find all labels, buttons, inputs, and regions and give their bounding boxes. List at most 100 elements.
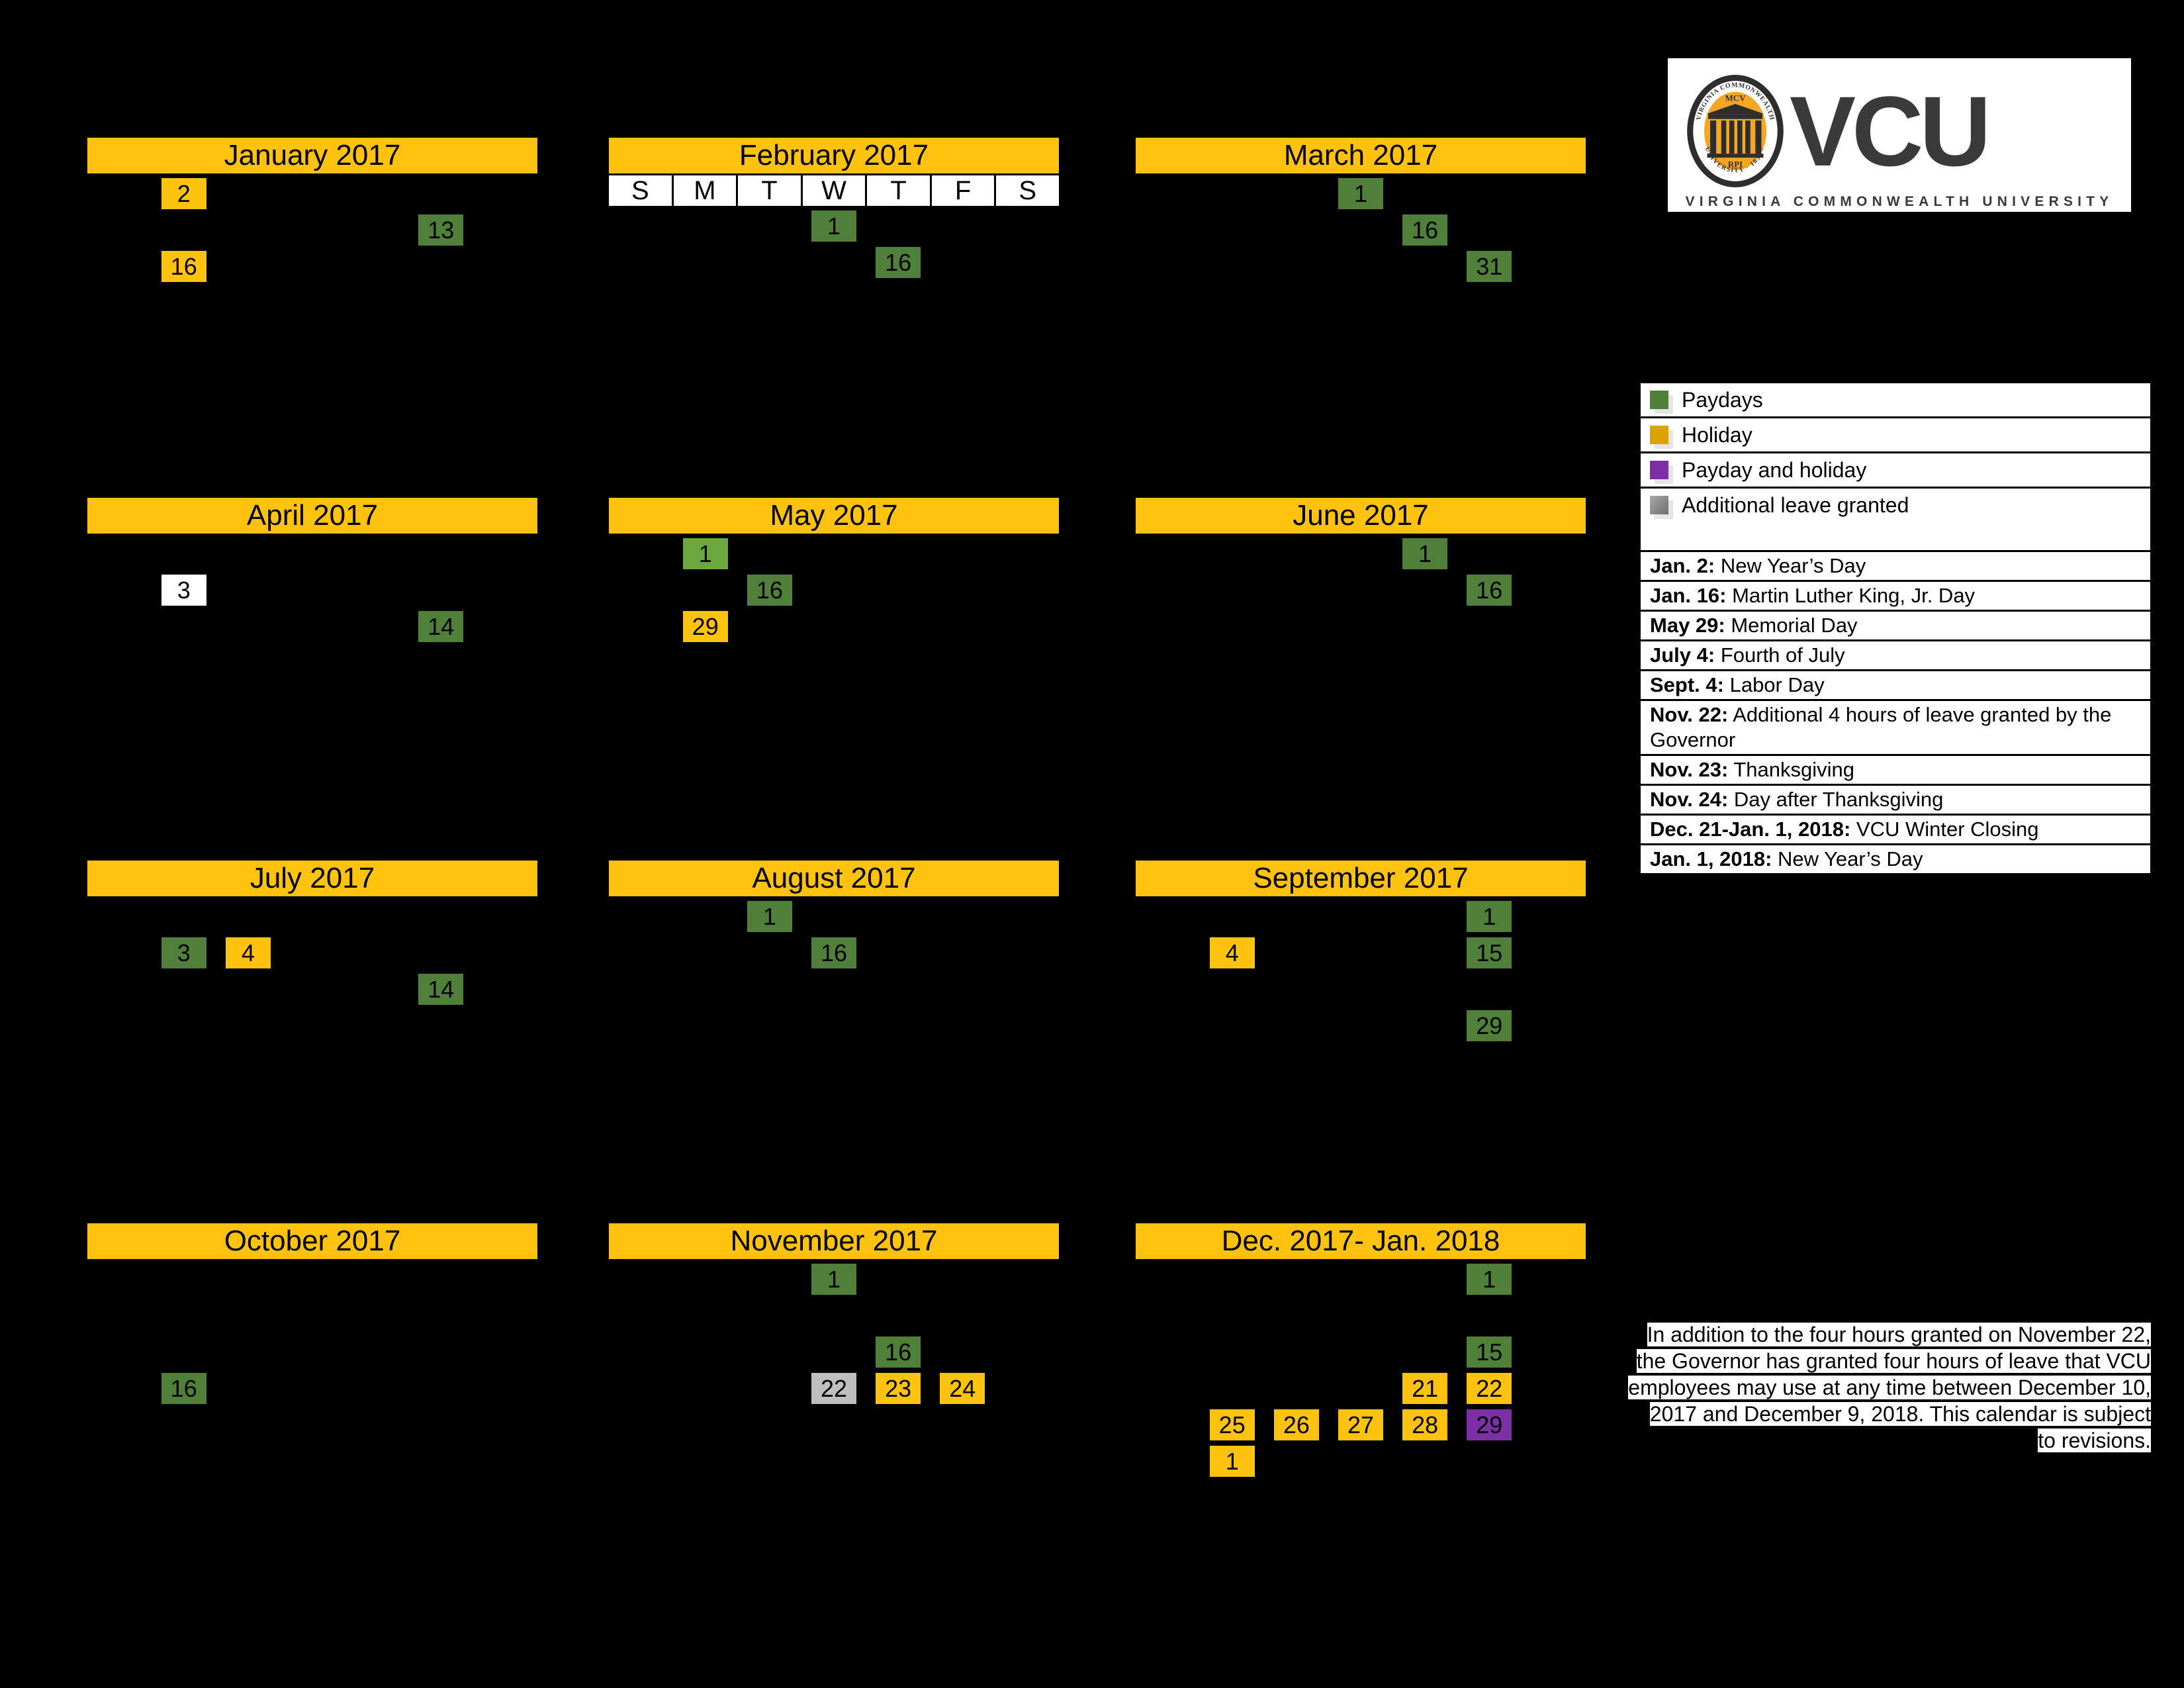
day-slot-empty	[1393, 971, 1457, 1008]
day-slot-empty	[737, 935, 801, 971]
day-slot-empty	[409, 1297, 473, 1334]
day-slot-empty	[609, 1370, 673, 1407]
day-cell-pay[interactable]: 15	[1467, 1336, 1512, 1368]
holiday-row: Nov. 24: Day after Thanksgiving	[1641, 786, 2150, 816]
day-cell-hol[interactable]: 21	[1402, 1373, 1448, 1404]
day-slot-empty	[216, 898, 280, 935]
holiday-name: Labor Day	[1723, 673, 1825, 696]
day-cell-pay[interactable]: 1	[1467, 901, 1512, 932]
day-cell-pay[interactable]: 16	[161, 1373, 206, 1404]
day-slot-empty	[737, 1297, 801, 1334]
day-cell-pay2[interactable]: 1	[682, 538, 728, 569]
day-cell-pay[interactable]: 1	[811, 211, 856, 242]
day-slot-empty	[1136, 1297, 1200, 1334]
day-slot-empty	[1264, 212, 1328, 248]
day-cell-pay[interactable]: 1	[811, 1264, 856, 1295]
month-day-grid: 3 4 14	[87, 898, 537, 1008]
day-slot-empty	[280, 1261, 344, 1297]
day-cell-pay[interactable]: 1	[747, 901, 792, 932]
day-cell-pay[interactable]: 16	[876, 247, 921, 278]
day-slot-empty	[216, 1370, 280, 1407]
day-slot: 1	[1457, 898, 1522, 935]
month-panel: September 2017 1 4 15 29	[1136, 861, 1586, 1044]
legend-row: Additional leave granted	[1641, 489, 2150, 522]
holiday-date: Dec. 21-Jan. 1, 2018:	[1650, 818, 1851, 841]
day-slot-empty	[345, 608, 409, 645]
day-cell-hol[interactable]: 4	[1209, 937, 1255, 968]
day-cell-hol[interactable]: 16	[161, 251, 206, 282]
day-cell-hol[interactable]: 27	[1338, 1409, 1383, 1440]
day-slot-empty	[345, 935, 409, 971]
day-slot-empty	[280, 1297, 344, 1334]
day-cell-hol[interactable]: 1	[1209, 1446, 1255, 1477]
day-slot: 16	[152, 248, 216, 285]
day-slot-empty	[473, 608, 537, 645]
day-slot-empty	[1328, 212, 1392, 248]
day-slot-empty	[1136, 1261, 1200, 1297]
day-cell-leave[interactable]: 22	[811, 1373, 856, 1404]
day-slot-empty	[1200, 898, 1264, 935]
day-slot-empty	[473, 1261, 537, 1297]
day-slot-empty	[1522, 1443, 1586, 1479]
day-cell-hol[interactable]: 29	[682, 611, 728, 642]
holiday-date: Jan. 1, 2018:	[1650, 847, 1772, 870]
day-slot-empty	[1393, 1008, 1457, 1044]
day-cell-hol[interactable]: 23	[876, 1373, 921, 1404]
day-cell-pay[interactable]: 13	[418, 214, 464, 246]
day-cell-hol[interactable]: 26	[1273, 1409, 1319, 1440]
day-slot-empty	[1522, 175, 1586, 212]
day-slot-empty	[87, 608, 152, 645]
day-cell-hol[interactable]: 28	[1402, 1409, 1448, 1440]
day-cell-hol[interactable]: 25	[1209, 1409, 1255, 1440]
day-slot-empty	[1393, 1443, 1457, 1479]
day-cell-pay[interactable]: 16	[747, 575, 792, 606]
day-slot-empty	[345, 212, 409, 248]
day-cell-hol[interactable]: 22	[1467, 1373, 1512, 1404]
dow-label: W	[802, 175, 866, 206]
day-slot: 2	[152, 175, 216, 212]
legend-row: Paydays	[1641, 383, 2150, 418]
day-cell-pay[interactable]: 16	[811, 937, 856, 968]
holiday-name: New Year’s Day	[1772, 847, 1923, 870]
day-slot-empty	[87, 935, 152, 971]
day-slot-empty	[345, 1261, 409, 1297]
month-day-grid: 1 16 31	[1136, 175, 1586, 285]
day-slot-empty	[152, 971, 216, 1008]
day-cell-pay[interactable]: 1	[1402, 538, 1448, 569]
day-cell-hol[interactable]: 24	[940, 1373, 985, 1404]
day-slot-empty	[216, 1261, 280, 1297]
day-cell-pay[interactable]: 15	[1467, 937, 1512, 968]
holiday-name: Fourth of July	[1715, 643, 1845, 667]
day-cell-pay[interactable]: 1	[1338, 178, 1383, 209]
day-slot-empty	[409, 1370, 473, 1407]
day-cell-pay[interactable]: 3	[161, 937, 206, 968]
day-slot-empty	[1328, 1443, 1392, 1479]
day-slot: 13	[409, 212, 473, 248]
day-cell-pay[interactable]: 16	[1402, 214, 1448, 246]
day-slot-empty	[1264, 971, 1328, 1008]
dow-label: T	[867, 175, 930, 206]
day-cell-pay[interactable]: 16	[876, 1336, 921, 1368]
month-day-grid: 3 14	[87, 536, 537, 645]
legend-row: Holiday	[1641, 418, 2150, 453]
day-cell-hol[interactable]: 4	[225, 937, 271, 968]
day-cell-pay[interactable]: 16	[1467, 575, 1512, 606]
day-slot-empty	[995, 244, 1059, 281]
day-cell-pay[interactable]: 1	[1467, 1264, 1512, 1295]
legend-row: Payday and holiday	[1641, 453, 2150, 489]
day-slot: 24	[931, 1370, 995, 1407]
day-slot-empty	[801, 536, 866, 572]
day-cell-plain[interactable]: 3	[161, 575, 206, 606]
day-cell-pay[interactable]: 14	[418, 974, 464, 1005]
day-cell-pay[interactable]: 14	[418, 611, 464, 642]
day-slot: 4	[216, 935, 280, 971]
day-slot-empty	[609, 1334, 673, 1370]
day-cell-both[interactable]: 29	[1467, 1409, 1512, 1440]
day-cell-hol[interactable]: 2	[161, 178, 206, 209]
day-slot-empty	[1522, 572, 1586, 608]
day-cell-pay[interactable]: 29	[1467, 1010, 1512, 1041]
day-slot-empty	[1200, 572, 1264, 608]
day-cell-pay[interactable]: 31	[1467, 251, 1512, 282]
holiday-name: VCU Winter Closing	[1850, 818, 2039, 841]
day-slot-empty	[87, 572, 152, 608]
